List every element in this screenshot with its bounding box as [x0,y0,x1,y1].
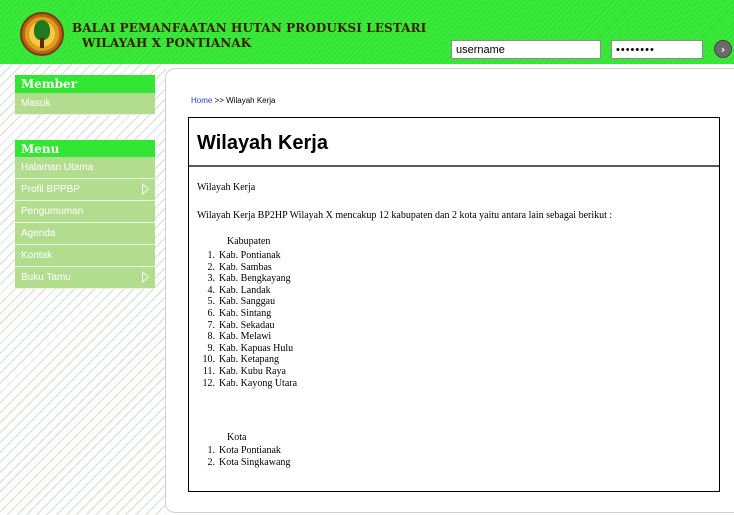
list-item: 10. Kab. Ketapang [202,354,279,366]
sidebar-item-buku-tamu[interactable]: Buku Tamu [15,267,155,289]
sidebar-item-pengumuman[interactable]: Pengumuman [15,201,155,223]
list-item: 8. Kab. Melawi [207,331,272,343]
sidebar-item-label: Pengumuman [21,206,84,217]
sidebar-item-label: Masuk [21,98,51,109]
member-heading: Member [15,75,155,95]
kota-heading: Kota [227,432,247,443]
list-item: 2. Kota Singkawang [207,456,291,468]
list-item: 6. Kab. Sintang [207,307,272,319]
list-item: 5. Kab. Sanggau [207,296,276,308]
sidebar-item-profil-bppbp[interactable]: Profil BPPBP [15,179,155,201]
kota-list: 1. Kota Pontianak 2. Kota Singkawang [197,445,291,468]
sidebar-item-label: Agenda [21,228,56,239]
list-item: 12. Kab. Kayong Utara [202,377,298,389]
menu-heading: Menu [15,140,155,160]
logo-icon[interactable] [20,12,64,56]
sidebar-item-agenda[interactable]: Agenda [15,223,155,245]
sidebar-item-label: Profil BPPBP [21,184,80,195]
username-input[interactable] [451,40,601,59]
main-content: Home >> Wilayah Kerja Wilayah Kerja Wila… [165,68,734,513]
chevron-right-icon [142,271,149,283]
list-item: 3. Kab. Bengkayang [207,273,291,285]
list-item: 1. Kab. Pontianak [207,250,281,261]
breadcrumb-separator: >> [214,96,224,105]
logo-tree-shape [34,20,50,40]
breadcrumb-current: Wilayah Kerja [226,96,276,105]
kabupaten-heading: Kabupaten [227,236,271,247]
list-item: 1. Kota Pontianak [207,445,281,456]
site-header: BALAI PEMANFAATAN HUTAN PRODUKSI LESTARI… [0,0,734,64]
list-item: 2. Kab. Sambas [207,261,272,273]
breadcrumb: Home >> Wilayah Kerja [191,96,276,105]
sidebar-background [0,64,166,515]
site-title-line2: WILAYAH X PONTIANAK [82,36,252,50]
article-intro: Wilayah Kerja BP2HP Wilayah X mencakup 1… [197,210,613,221]
sidebar-item-kontak[interactable]: Kontak [15,245,155,267]
login-go-button[interactable]: › [714,40,732,58]
chevron-right-icon [142,183,149,195]
sidebar-item-label: Kontak [21,250,53,261]
article-subheading: Wilayah Kerja [197,182,256,193]
title-divider [189,165,719,167]
site-title: BALAI PEMANFAATAN HUTAN PRODUKSI LESTARI… [72,21,426,51]
sidebar-item-label: Halaman Utama [21,162,94,173]
list-item: 9. Kab. Kapuas Hulu [207,342,294,354]
sidebar-item-label: Buku Tamu [21,272,71,283]
kabupaten-list: 1. Kab. Pontianak 2. Kab. Sambas 3. Kab. Be… [197,250,298,389]
sidebar-item-halaman-utama[interactable]: Halaman Utama [15,157,155,179]
list-item: 7. Kab. Sekadau [207,319,275,331]
list-item: 4. Kab. Landak [207,284,271,296]
logo-trunk-shape [40,38,44,48]
breadcrumb-home-link[interactable]: Home [191,96,212,105]
site-title-line1: BALAI PEMANFAATAN HUTAN PRODUKSI LESTARI [72,21,427,35]
list-item: 11. Kab. Kubu Raya [202,365,286,377]
arrow-right-icon: › [720,42,726,56]
password-input[interactable] [611,40,703,59]
page-title: Wilayah Kerja [197,132,328,154]
article-box: Wilayah Kerja Wilayah Kerja Wilayah Kerj… [188,117,720,492]
sidebar-item-masuk[interactable]: Masuk [15,93,155,115]
